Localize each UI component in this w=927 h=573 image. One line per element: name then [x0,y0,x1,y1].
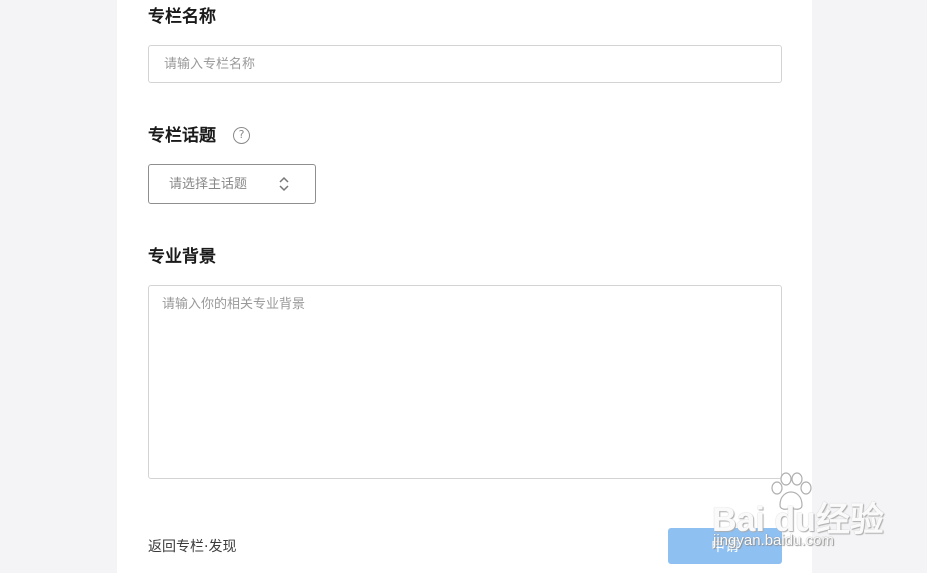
question-circle-icon[interactable]: ? [233,127,250,144]
column-name-label: 专栏名称 [148,7,216,27]
topic-select-value: 请选择主话题 [169,177,248,192]
topic-select[interactable]: 请选择主话题 [148,164,316,204]
form-card: 专栏名称 请输入专栏名称 专栏话题 ? 请选择主话题 专业背景 请输入你的相关专… [117,0,812,573]
column-name-input[interactable]: 请输入专栏名称 [148,45,782,83]
background-placeholder: 请输入你的相关专业背景 [162,297,306,312]
topic-label: 专栏话题 [148,126,216,146]
background-textarea[interactable]: 请输入你的相关专业背景 [148,285,782,479]
background-label: 专业背景 [148,247,216,267]
column-name-placeholder: 请输入专栏名称 [164,57,256,72]
submit-button[interactable]: 申请 [668,528,782,564]
chevron-up-down-icon [279,176,289,192]
back-to-column-link[interactable]: 返回专栏·发现 [148,537,236,557]
